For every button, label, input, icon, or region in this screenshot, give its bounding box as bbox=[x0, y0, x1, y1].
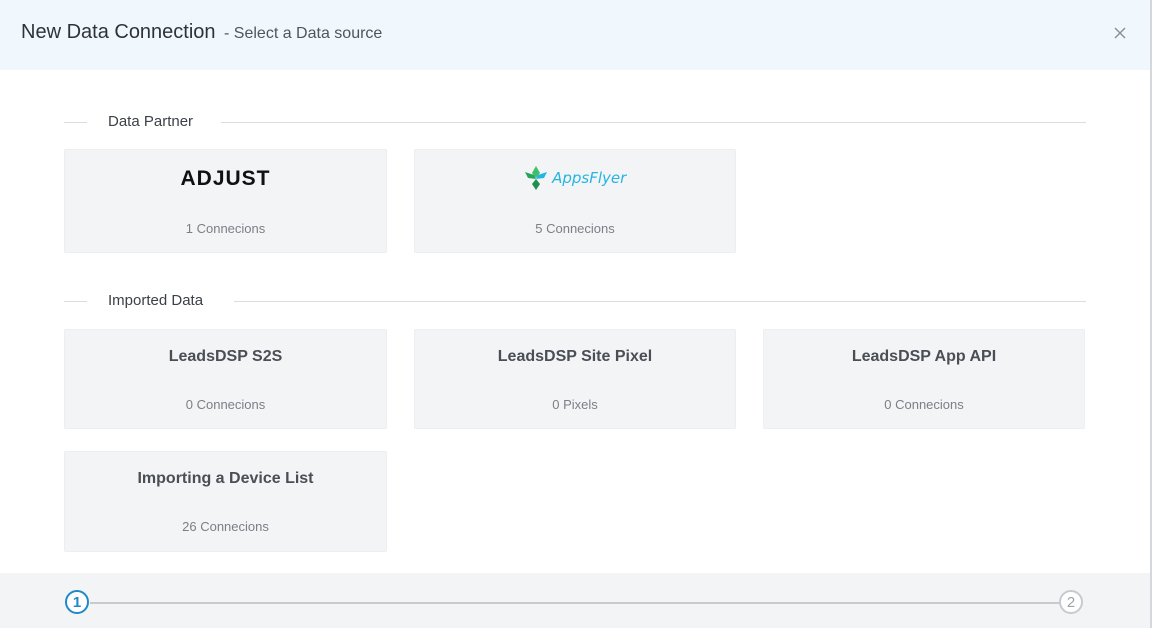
card-title: LeadsDSP App API bbox=[851, 348, 997, 365]
adjust-logo: ADJUST bbox=[180, 167, 271, 190]
card-appsflyer[interactable]: AppsFlyer 5 Connecions bbox=[414, 149, 736, 253]
section-imported-data: Imported Data bbox=[64, 291, 1086, 311]
card-count: 0 Pixels bbox=[552, 397, 598, 412]
card-adjust[interactable]: ADJUST 1 Connecions bbox=[64, 149, 387, 253]
card-count: 0 Connecions bbox=[185, 397, 266, 412]
card-count: 1 Connecions bbox=[185, 221, 266, 236]
appsflyer-logo: AppsFlyer bbox=[415, 165, 735, 195]
card-title: LeadsDSP S2S bbox=[168, 348, 283, 365]
card-count: 0 Connecions bbox=[884, 397, 964, 412]
appsflyer-wordmark: AppsFlyer bbox=[552, 169, 627, 187]
divider bbox=[64, 301, 87, 302]
wizard-footer: 1 2 bbox=[0, 573, 1150, 628]
divider bbox=[64, 122, 87, 123]
card-importing-device-list[interactable]: Importing a Device List 26 Connecions bbox=[64, 451, 387, 552]
modal-title: New Data Connection - Select a Data sour… bbox=[21, 21, 382, 44]
divider bbox=[234, 301, 1086, 302]
card-leadsdsp-app-api[interactable]: LeadsDSP App API 0 Connecions bbox=[763, 329, 1085, 429]
stepper-track bbox=[90, 602, 1060, 604]
appsflyer-leaf-icon bbox=[524, 166, 547, 190]
card-leadsdsp-s2s[interactable]: LeadsDSP S2S 0 Connecions bbox=[64, 329, 387, 429]
card-title: Importing a Device List bbox=[137, 470, 314, 487]
step-2-indicator[interactable]: 2 bbox=[1059, 590, 1083, 614]
divider bbox=[221, 122, 1086, 123]
section-data-partner: Data Partner bbox=[64, 112, 1086, 132]
step-1-indicator[interactable]: 1 bbox=[65, 590, 89, 614]
modal-title-main: New Data Connection bbox=[21, 21, 216, 43]
close-button[interactable] bbox=[1110, 23, 1130, 43]
section-label: Imported Data bbox=[108, 292, 204, 309]
close-icon bbox=[1114, 27, 1126, 39]
card-title: LeadsDSP Site Pixel bbox=[497, 348, 653, 365]
modal-header: New Data Connection - Select a Data sour… bbox=[0, 0, 1150, 70]
card-count: 5 Connecions bbox=[535, 221, 615, 236]
section-label: Data Partner bbox=[108, 113, 194, 130]
card-count: 26 Connecions bbox=[182, 519, 269, 534]
card-leadsdsp-site-pixel[interactable]: LeadsDSP Site Pixel 0 Pixels bbox=[414, 329, 736, 429]
modal-title-subtitle: - Select a Data source bbox=[224, 25, 383, 42]
